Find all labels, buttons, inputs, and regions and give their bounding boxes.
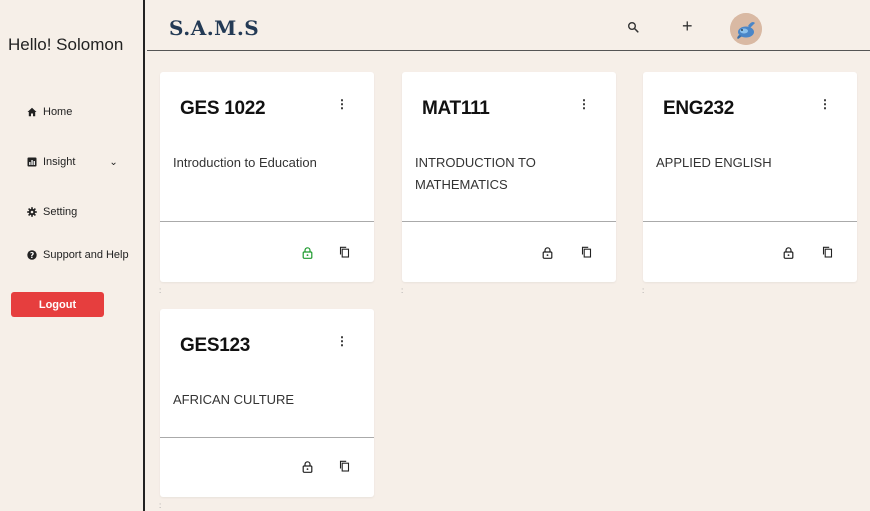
sidebar-item-label: Home [43,106,73,118]
chart-icon [27,157,37,167]
unlock-icon[interactable] [783,247,794,259]
sidebar-item-home[interactable]: Home [27,106,72,118]
unlock-icon[interactable] [302,247,313,259]
svg-text:?: ? [30,251,34,260]
sidebar-item-setting[interactable]: Setting [27,206,77,218]
search-icon[interactable] [627,21,639,33]
course-card[interactable]: GES 1022 ⋮ Introduction to Education [160,72,374,282]
more-vertical-icon[interactable]: ⋮ [336,98,348,110]
home-icon [27,107,37,117]
sidebar-item-support[interactable]: ? Support and Help [27,249,129,261]
chevron-down-icon[interactable]: ⌄ [109,157,117,168]
copy-icon[interactable] [581,246,592,258]
card-tick: : [401,286,404,295]
unlock-icon[interactable] [302,461,313,473]
more-vertical-icon[interactable]: ⋮ [336,335,348,347]
add-course-button[interactable]: + [682,16,693,36]
card-tick: : [159,501,162,510]
course-code: GES123 [180,335,251,356]
gear-icon [27,207,37,217]
app-root: Hello! Solomon Home Insight ⌄ Setting ? … [0,0,870,511]
copy-icon[interactable] [339,460,350,472]
more-vertical-icon[interactable]: ⋮ [578,98,590,110]
course-card[interactable]: MAT111 ⋮ INTRODUCTION TO MATHEMATICS [402,72,616,282]
course-title: INTRODUCTION TO MATHEMATICS [415,155,536,192]
course-code: GES 1022 [180,98,266,119]
sidebar: Hello! Solomon Home Insight ⌄ Setting ? … [0,0,145,511]
course-title: APPLIED ENGLISH [656,155,772,170]
logout-button[interactable]: Logout [11,292,104,317]
sidebar-item-label: Setting [43,206,78,218]
top-header: S.A.M.S + [147,0,870,51]
copy-icon[interactable] [822,246,833,258]
more-vertical-icon[interactable]: ⋮ [819,98,831,110]
help-icon: ? [27,250,37,260]
avatar[interactable] [730,13,762,45]
course-title: Introduction to Education [173,155,317,170]
brand-title: S.A.M.S [169,16,260,40]
card-divider [160,437,374,438]
card-tick: : [159,286,162,295]
course-code: ENG232 [663,98,735,119]
copy-icon[interactable] [339,246,350,258]
avatar-image [730,13,762,45]
course-title: AFRICAN CULTURE [173,392,295,407]
card-divider [160,221,374,222]
sidebar-item-label: Support and Help [43,249,129,261]
course-code: MAT111 [422,98,490,119]
card-divider [643,221,857,222]
sidebar-item-label: Insight [43,156,76,168]
course-card[interactable]: ENG232 ⋮ APPLIED ENGLISH [643,72,857,282]
greeting-text: Hello! Solomon [8,35,124,54]
card-tick: : [642,286,645,295]
course-card[interactable]: GES123 ⋮ AFRICAN CULTURE [160,309,374,497]
unlock-icon[interactable] [542,247,553,259]
card-divider [402,221,616,222]
sidebar-item-insight[interactable]: Insight ⌄ [27,156,118,168]
